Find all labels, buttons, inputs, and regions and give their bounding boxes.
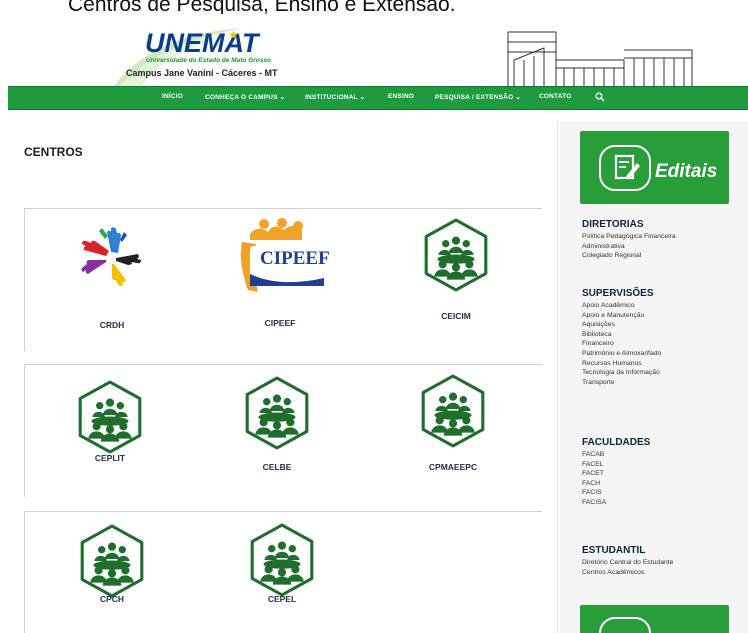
sidebar-link[interactable]: FACISA	[582, 498, 742, 508]
logo-subtitle: Universidade do Estado de Mato Grosso	[146, 57, 271, 64]
sidebar-section-diretorias: DIRETORIAS Política Pedagógica Financeir…	[582, 219, 742, 261]
sidebar-link[interactable]: Tecnologia da Informação	[582, 368, 742, 378]
editais-button[interactable]: Editais	[580, 131, 729, 204]
sidebar-heading: FACULDADES	[582, 437, 651, 448]
center-card-ceicim[interactable]: CEICIM	[396, 218, 516, 338]
sidebar-heading: DIRETORIAS	[582, 219, 644, 230]
editais-label: Editais	[655, 161, 718, 182]
sidebar-link[interactable]: Financeiro	[582, 339, 742, 349]
sidebar-banner-button[interactable]	[580, 605, 729, 633]
sidebar-link[interactable]: FACET	[582, 469, 742, 479]
sidebar-link[interactable]: FACAB	[582, 450, 742, 460]
center-label: CIPEEF	[264, 318, 296, 328]
sidebar-link[interactable]: Aquisições	[582, 320, 742, 330]
page-title: CENTROS	[24, 145, 83, 159]
center-label: CEICIM	[441, 311, 471, 321]
center-card-cepel[interactable]: CEPEL	[222, 523, 342, 623]
nav-institucional[interactable]: INSTITUCIONAL ⌄	[305, 93, 365, 101]
sidebar-section-faculdades: FACULDADES FACAB FACEL FACET FACH FACIS …	[582, 437, 742, 508]
sidebar-link[interactable]: FACIS	[582, 488, 742, 498]
unemat-logo[interactable]: UNEMAT ★ Universidade do Estado de Mato …	[112, 24, 312, 88]
sidebar-link[interactable]: Biblioteca	[582, 330, 742, 340]
center-card-crdh[interactable]: CRDH	[52, 222, 172, 342]
nav-inicio[interactable]: INÍCIO	[162, 93, 183, 100]
sidebar-link[interactable]: FACEL	[582, 460, 742, 470]
group-meeting-icon	[80, 524, 144, 598]
nav-contato[interactable]: CONTATO	[539, 93, 571, 100]
sidebar-heading: ESTUDANTIL	[582, 545, 646, 556]
edit-document-icon	[599, 617, 651, 633]
sidebar-link[interactable]: Centros Acadêmicos	[582, 568, 742, 578]
nav-ensino[interactable]: ENSINO	[388, 93, 414, 100]
sidebar-link[interactable]: Recursos Humanos	[582, 359, 742, 369]
cipeef-logo-text: CIPEEF	[260, 248, 330, 269]
group-meeting-icon	[245, 376, 309, 450]
center-card-cipeef[interactable]: CIPEEF CIPEEF	[220, 218, 340, 338]
sidebar-link[interactable]: Política Pedagógica Financeira	[582, 232, 742, 242]
site-header: UNEMAT ★ Universidade do Estado de Mato …	[0, 14, 748, 89]
star-icon: ★	[228, 28, 239, 42]
sidebar-link[interactable]: Patrimônio e Almoxarifado	[582, 349, 742, 359]
group-meeting-icon	[421, 374, 485, 448]
sidebar-section-estudantil: ESTUDANTIL Diretório Central do Estudant…	[582, 545, 742, 577]
sidebar-link[interactable]: Apoio e Manutenção	[582, 311, 742, 321]
content-separator	[557, 122, 558, 633]
center-card-celbe[interactable]: CELBE	[217, 374, 337, 484]
logo-campus: Campus Jane Vanini - Cáceres - MT	[126, 68, 278, 78]
logo-title: UNEMAT	[145, 28, 259, 58]
nav-pesquisa-extensao[interactable]: PESQUISA / EXTENSÃO ⌄	[435, 93, 521, 101]
center-label: CEPEL	[267, 594, 297, 604]
center-label: CPCH	[99, 594, 125, 604]
sidebar-link[interactable]: Transporte	[582, 378, 742, 388]
building-illustration	[504, 31, 694, 89]
search-icon[interactable]	[595, 92, 605, 102]
center-card-cpmaeepc[interactable]: CPMAEEPC	[393, 372, 513, 482]
edit-document-icon	[599, 145, 651, 191]
sidebar-link[interactable]: FACH	[582, 479, 742, 489]
center-label: CELBE	[262, 462, 292, 472]
crdh-hands-logo-icon	[81, 227, 141, 286]
main-navbar: INÍCIO CONHEÇA O CAMPUS ⌄ INSTITUCIONAL …	[8, 86, 748, 110]
sidebar-heading: SUPERVISÕES	[582, 288, 654, 299]
sidebar-link[interactable]: Diretório Central do Estudante	[582, 558, 742, 568]
center-label: CRDH	[99, 320, 125, 330]
center-card-cpch[interactable]: CPCH	[52, 524, 172, 624]
group-meeting-icon	[78, 380, 142, 454]
nav-conheca-o-campus[interactable]: CONHEÇA O CAMPUS ⌄	[205, 93, 285, 101]
group-meeting-icon	[424, 218, 488, 292]
sidebar-section-supervisoes: SUPERVISÕES Apoio Acadêmico Apoio e Manu…	[582, 288, 742, 387]
sidebar-link[interactable]: Colegiado Regional	[582, 251, 742, 261]
sidebar-link[interactable]: Administrativa	[582, 242, 742, 252]
center-label: CPMAEEPC	[428, 462, 478, 472]
group-meeting-icon	[250, 523, 314, 597]
center-card-ceplit[interactable]: CEPLIT	[50, 378, 170, 488]
sidebar-link[interactable]: Apoio Acadêmico	[582, 301, 742, 311]
center-label: CEPLIT	[94, 453, 126, 463]
